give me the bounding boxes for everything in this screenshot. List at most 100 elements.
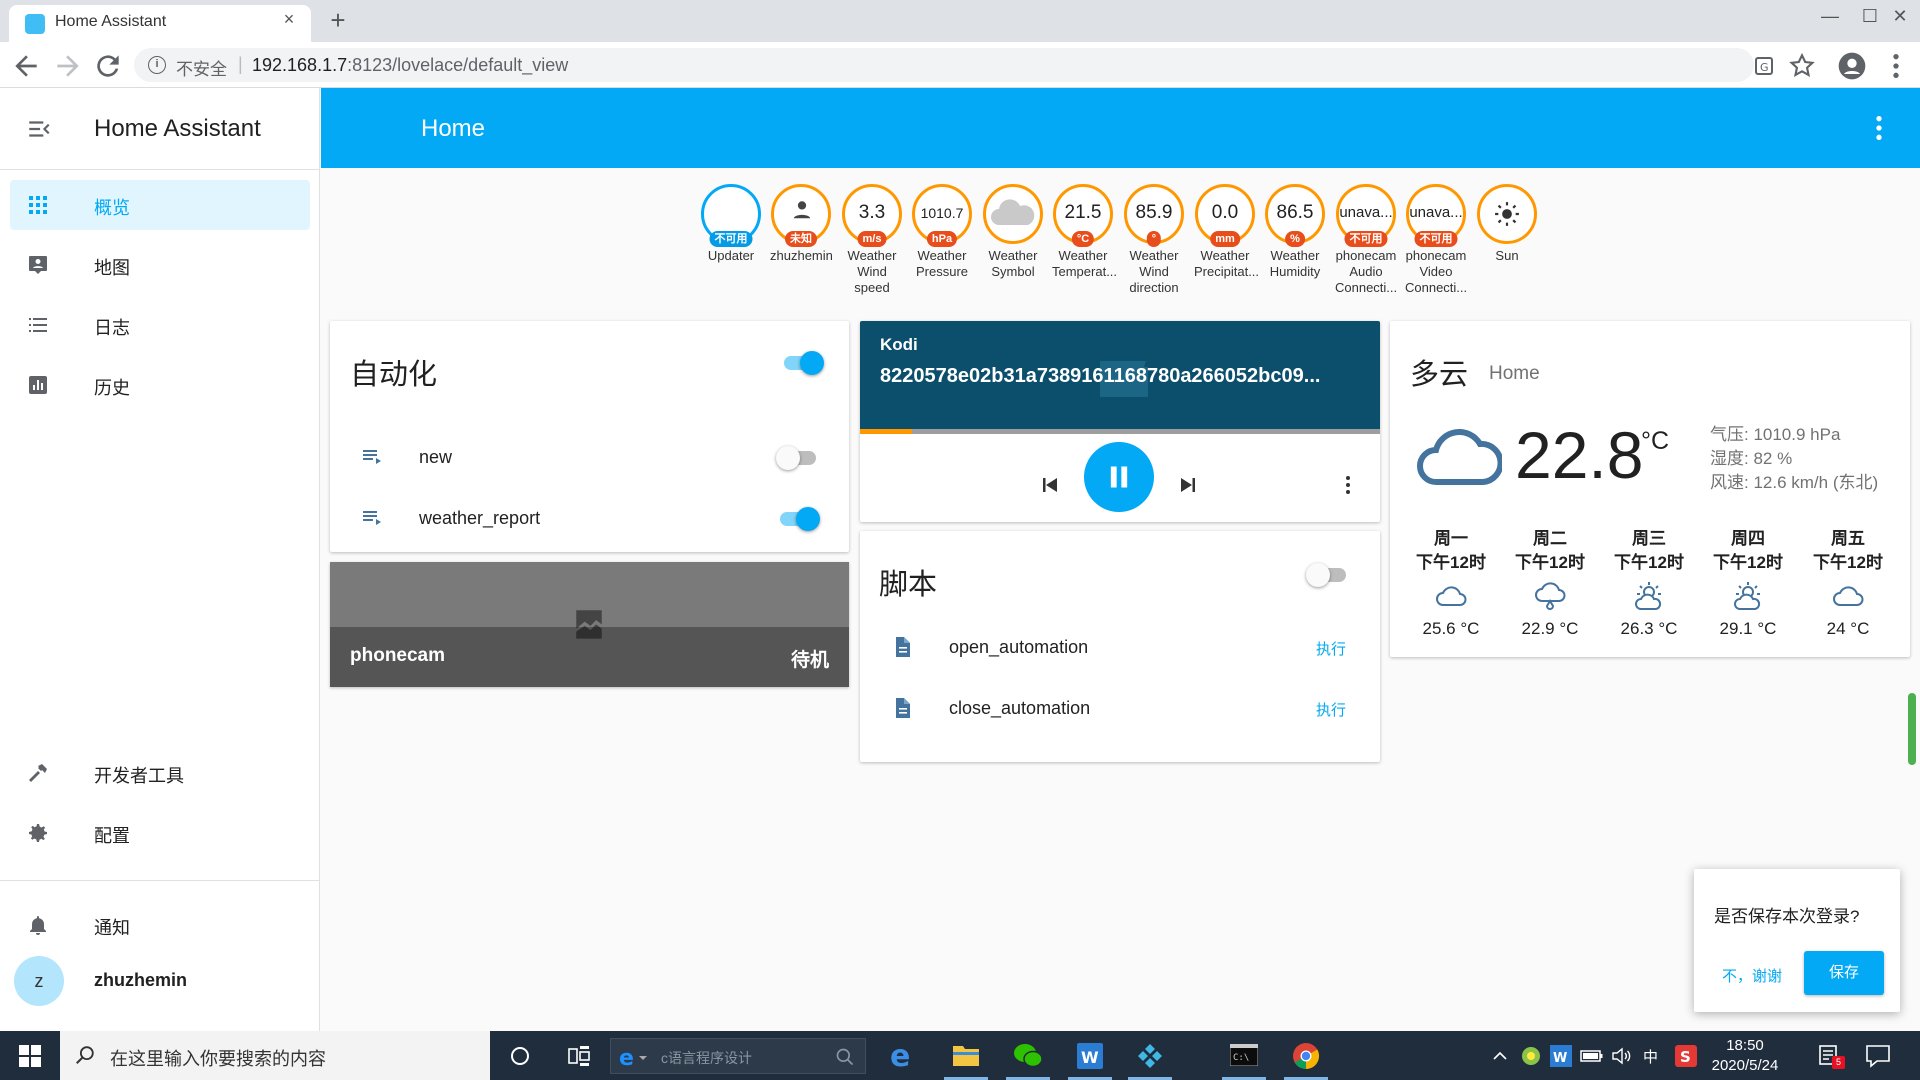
badge-person[interactable]: 未知 zhuzhemin (770, 184, 833, 264)
media-progress-bar[interactable] (860, 429, 1380, 434)
taskbar-search-box[interactable]: 在这里输入你要搜索的内容 (60, 1031, 490, 1080)
translate-icon[interactable]: G (1748, 50, 1780, 82)
camera-footer: phonecam 待机 (330, 627, 849, 687)
automation-new-toggle[interactable] (776, 445, 820, 470)
cortana-icon[interactable] (492, 1031, 548, 1080)
search-icon (836, 1048, 854, 1066)
camera-card[interactable]: phonecam 待机 (330, 562, 849, 687)
avatar[interactable]: z (14, 956, 64, 1006)
badge-label: % (1285, 231, 1305, 247)
run-script-button[interactable]: 执行 (1316, 638, 1346, 659)
sidebar-item-config[interactable]: 配置 (10, 808, 310, 858)
badge-updater[interactable]: 不可用 Updater (700, 184, 762, 264)
menu-toggle-icon[interactable] (26, 116, 52, 142)
badge-phonecam-video[interactable]: unava... 不可用 phonecam Video Connecti... (1405, 184, 1467, 296)
badge-precipitation[interactable]: 0.0 mm Weather Precipitat... (1194, 184, 1259, 280)
badge-circle: 不可用 (701, 184, 761, 247)
bell-icon (30, 916, 46, 935)
taskbar-clock[interactable]: 18:50 2020/5/24 (1700, 1036, 1790, 1076)
no-thanks-button[interactable]: 不，谢谢 (1722, 965, 1782, 986)
user-name[interactable]: zhuzhemin (94, 970, 187, 991)
previous-track-icon[interactable] (1038, 473, 1062, 497)
badge-value: 85.9 (1135, 202, 1173, 223)
reload-button[interactable] (92, 50, 124, 82)
terminal-icon[interactable]: C:\ (1216, 1031, 1272, 1080)
start-button[interactable] (0, 1031, 60, 1080)
media-more-icon[interactable] (1336, 473, 1360, 497)
badge-phonecam-audio[interactable]: unava... 不可用 phonecam Audio Connecti... (1335, 184, 1397, 296)
badge-weather-symbol[interactable]: Weather Symbol (982, 184, 1044, 280)
new-tab-button[interactable]: + (322, 4, 354, 36)
sidebar-item-history[interactable]: 历史 (10, 360, 310, 410)
notifications-icon[interactable]: 5 (1818, 1043, 1845, 1069)
sidebar-item-label: 通知 (94, 918, 130, 938)
page-scrollbar[interactable] (1908, 693, 1916, 765)
entity-name[interactable]: new (419, 447, 452, 468)
entity-name[interactable]: weather_report (419, 508, 540, 529)
forecast-day: 周三 下午12时 26.3 °C (1606, 527, 1692, 639)
forward-button[interactable] (52, 50, 84, 82)
chrome-icon[interactable] (1278, 1031, 1334, 1080)
ime-indicator[interactable]: 中 (1643, 1046, 1658, 1067)
sidebar-item-notifications[interactable]: 通知 (10, 900, 310, 950)
task-view-icon[interactable] (551, 1031, 607, 1080)
windows-logo-icon (19, 1045, 41, 1067)
badge-pressure[interactable]: 1010.7 hPa Weather Pressure (911, 184, 973, 280)
badge-wind-direction[interactable]: 85.9 ° Weather Wind direction (1123, 184, 1185, 296)
search-icon (76, 1046, 94, 1064)
weather-temperature: 22.8 (1515, 418, 1644, 492)
automation-all-toggle[interactable] (780, 350, 824, 375)
volume-icon[interactable] (1611, 1046, 1633, 1066)
badge-label: hPa (926, 231, 958, 247)
edge-icon[interactable]: e (875, 1031, 931, 1080)
forecast-day: 周四 下午12时 29.1 °C (1705, 527, 1791, 639)
badge-wind-speed[interactable]: 3.3 m/s Weather Wind speed (841, 184, 903, 296)
info-icon[interactable]: i (148, 56, 166, 74)
badge-circle (983, 184, 1043, 244)
tab-close-icon[interactable]: × (277, 9, 301, 30)
automation-weather-report-toggle[interactable] (776, 506, 820, 531)
profile-icon[interactable] (1836, 50, 1868, 82)
action-center-icon[interactable] (1865, 1044, 1891, 1068)
save-button[interactable]: 保存 (1804, 951, 1884, 995)
clock-time: 18:50 (1726, 1037, 1764, 1054)
file-explorer-icon[interactable] (938, 1031, 994, 1080)
weather-temp-unit: °C (1641, 427, 1670, 455)
tray-app-icon[interactable] (1520, 1045, 1542, 1067)
minimize-button[interactable]: — (1810, 6, 1850, 27)
back-button[interactable] (10, 50, 42, 82)
badge-temperature[interactable]: 21.5 °C Weather Temperat... (1052, 184, 1117, 280)
close-window-button[interactable]: ✕ (1880, 6, 1920, 27)
reload-icon (97, 55, 119, 77)
bookmark-star-icon[interactable] (1786, 50, 1818, 82)
pause-button[interactable] (1084, 442, 1154, 512)
url-field[interactable]: i 不安全 | 192.168.1.7:8123/lovelace/defaul… (134, 48, 1754, 82)
chrome-menu-icon[interactable] (1880, 50, 1912, 82)
sidebar-item-developer-tools[interactable]: 开发者工具 (10, 748, 310, 798)
sidebar-title: Home Assistant (94, 115, 261, 142)
badge-circle: 3.3 m/s (842, 184, 902, 247)
badge-circle: unava... 不可用 (1406, 184, 1466, 247)
wechat-icon[interactable] (1000, 1031, 1056, 1080)
badge-sun[interactable]: Sun (1476, 184, 1538, 264)
word-icon[interactable]: W (1062, 1031, 1118, 1080)
more-options-icon[interactable] (1863, 112, 1895, 144)
chevron-up-icon[interactable] (1490, 1046, 1510, 1066)
run-script-button[interactable]: 执行 (1316, 699, 1346, 720)
camera-state: 待机 (790, 650, 829, 671)
next-track-icon[interactable] (1176, 473, 1200, 497)
wps-icon[interactable]: W (1550, 1045, 1572, 1067)
script-all-toggle[interactable] (1306, 562, 1350, 587)
forecast-temp: 29.1 °C (1719, 619, 1777, 638)
battery-icon[interactable] (1580, 1047, 1604, 1065)
browser-tab[interactable]: Home Assistant × (9, 5, 311, 42)
sogou-icon[interactable]: S (1675, 1045, 1697, 1067)
clock-date: 2020/5/24 (1711, 1057, 1779, 1074)
badge-humidity[interactable]: 86.5 % Weather Humidity (1264, 184, 1326, 280)
entity-name[interactable]: close_automation (949, 698, 1090, 719)
sidebar-item-logbook[interactable]: 日志 (10, 300, 310, 350)
taskbar-browser-search[interactable]: e c语言程序设计 (610, 1038, 866, 1074)
entity-name[interactable]: open_automation (949, 637, 1088, 658)
badge-value: 86.5 (1276, 202, 1314, 223)
kodi-icon[interactable] (1122, 1031, 1178, 1080)
